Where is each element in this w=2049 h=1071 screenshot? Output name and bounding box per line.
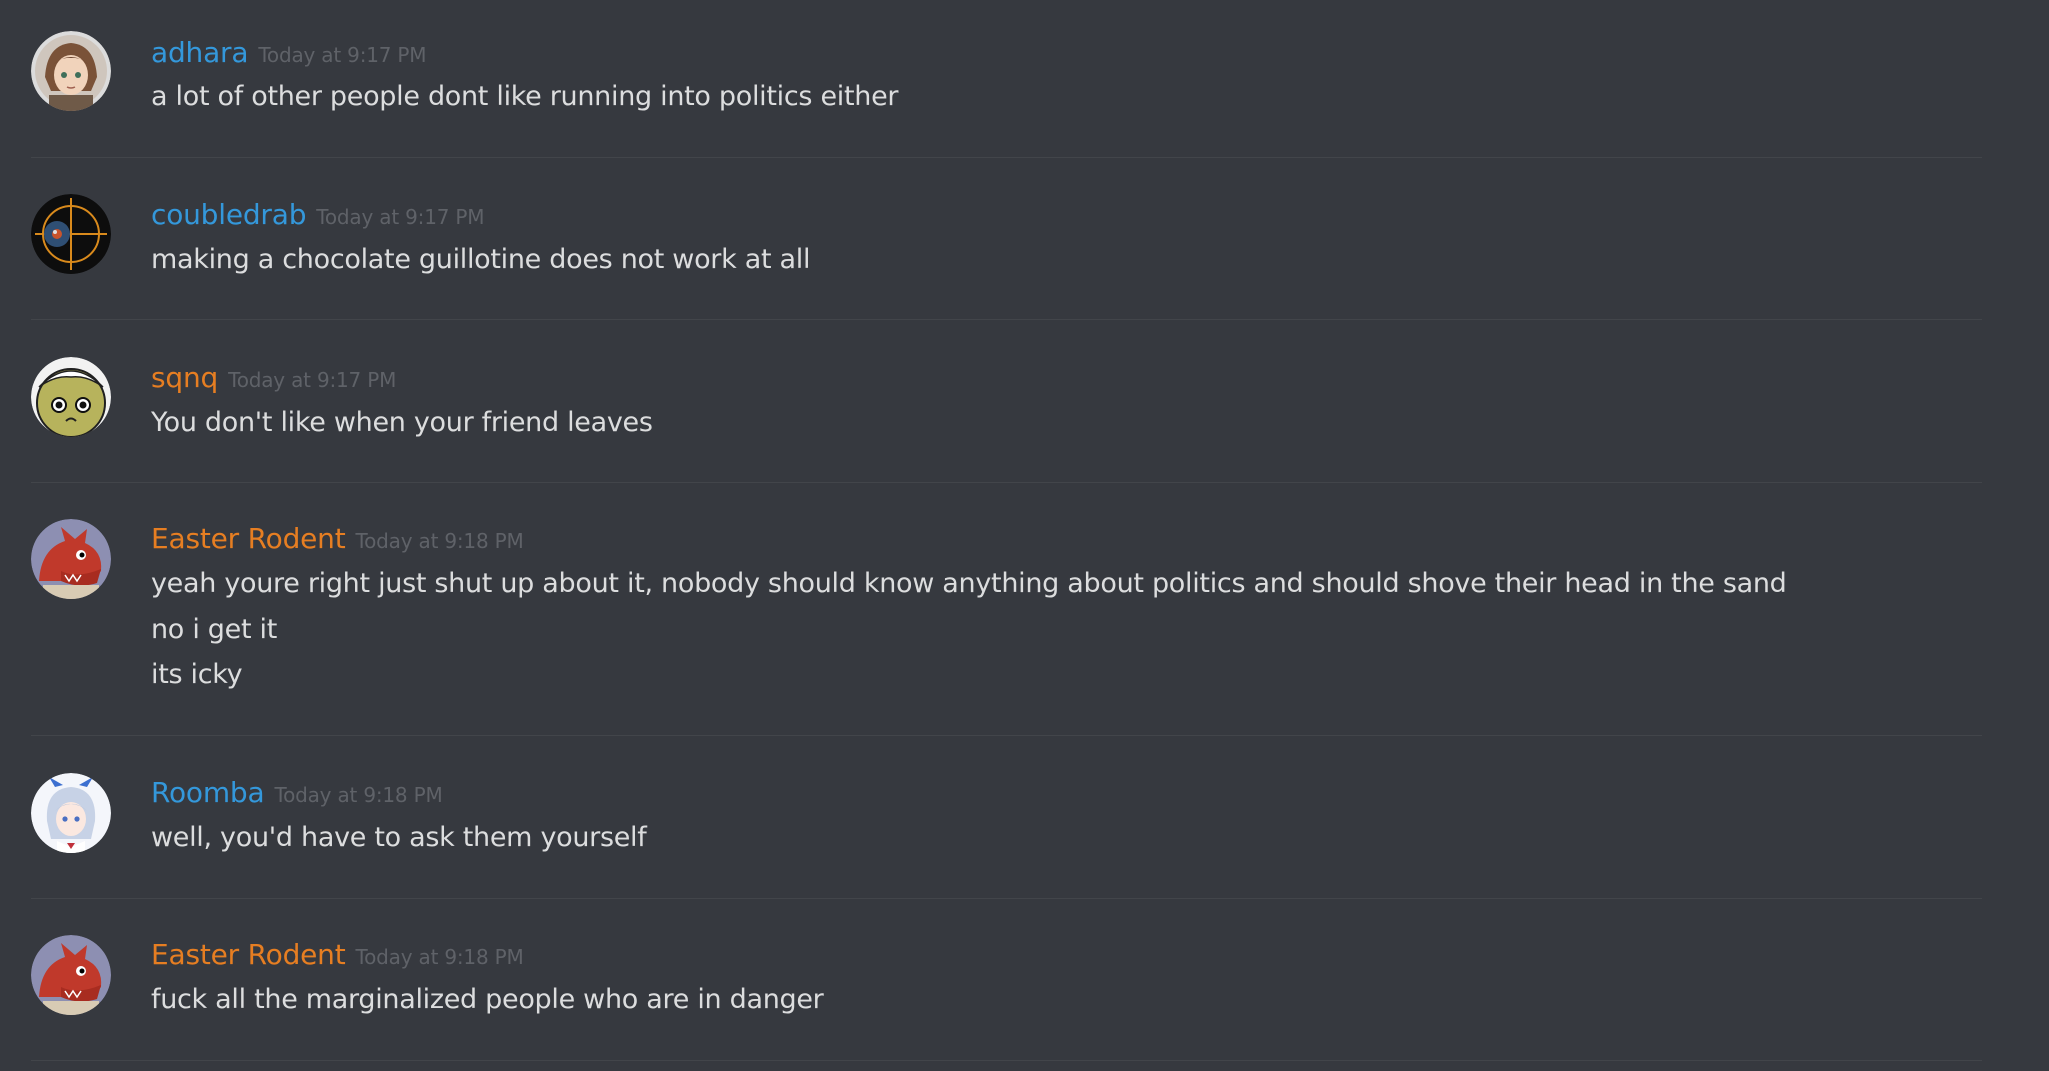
timestamp: Today at 9:17 PM <box>258 43 427 67</box>
message-text: a lot of other people dont like running … <box>151 81 899 112</box>
message-divider <box>31 898 1982 899</box>
orange-crosshair-orb-avatar-icon <box>31 194 111 274</box>
avatar[interactable] <box>31 773 111 853</box>
chat-messages[interactable]: adhara Today at 9:17 PM a lot of other pe… <box>0 0 2049 1071</box>
message-header: Easter Rodent Today at 9:18 PM <box>151 522 524 555</box>
message-header: Easter Rodent Today at 9:18 PM <box>151 938 524 971</box>
avatar[interactable] <box>31 31 111 111</box>
message-header: adhara Today at 9:17 PM <box>151 36 427 69</box>
message-header: sqnq Today at 9:17 PM <box>151 361 396 394</box>
message-header: coubledrab Today at 9:17 PM <box>151 198 485 231</box>
message-divider <box>31 157 1982 158</box>
avatar[interactable] <box>31 357 111 437</box>
username[interactable]: Roomba <box>151 776 265 809</box>
username[interactable]: coubledrab <box>151 198 306 231</box>
message-text: yeah youre right just shut up about it, … <box>151 568 1787 599</box>
message-divider <box>31 482 1982 483</box>
timestamp: Today at 9:18 PM <box>274 783 443 807</box>
message-text: You don't like when your friend leaves <box>151 407 653 438</box>
timestamp: Today at 9:17 PM <box>316 205 485 229</box>
message-text: no i get it <box>151 614 278 645</box>
avatar[interactable] <box>31 935 111 1015</box>
anime-girl-silver-hair-avatar-icon <box>31 773 111 853</box>
timestamp: Today at 9:18 PM <box>355 945 524 969</box>
timestamp: Today at 9:17 PM <box>228 368 397 392</box>
avatar[interactable] <box>31 194 111 274</box>
anime-girl-brown-hair-avatar-icon <box>31 31 111 111</box>
message-divider <box>31 1060 1982 1061</box>
message-text: its icky <box>151 659 243 690</box>
username[interactable]: adhara <box>151 36 249 69</box>
yellow-frowning-face-avatar-icon <box>31 357 111 437</box>
message-divider <box>31 735 1982 736</box>
message-text: fuck all the marginalized people who are… <box>151 984 824 1015</box>
message-text: well, you'd have to ask them yourself <box>151 822 647 853</box>
avatar[interactable] <box>31 519 111 599</box>
username[interactable]: sqnq <box>151 361 218 394</box>
message-header: Roomba Today at 9:18 PM <box>151 776 443 809</box>
username[interactable]: Easter Rodent <box>151 522 346 555</box>
timestamp: Today at 9:18 PM <box>355 529 524 553</box>
message-text: making a chocolate guillotine does not w… <box>151 244 811 275</box>
red-dragon-avatar-icon <box>31 519 111 599</box>
message-divider <box>31 319 1982 320</box>
red-dragon-avatar-icon <box>31 935 111 1015</box>
username[interactable]: Easter Rodent <box>151 938 346 971</box>
